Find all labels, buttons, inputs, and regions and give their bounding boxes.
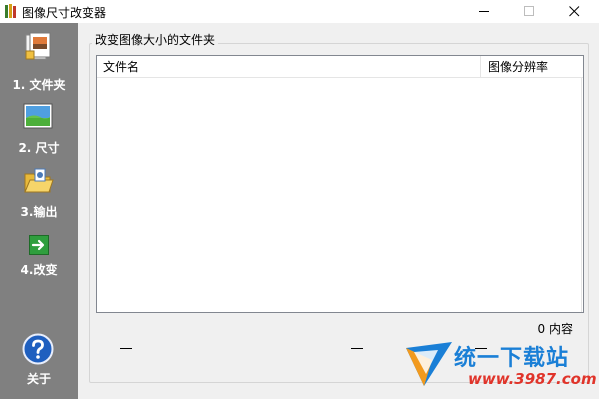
item-count: 0 内容 xyxy=(537,322,573,336)
status-dash xyxy=(120,348,132,349)
help-question-icon xyxy=(22,333,54,365)
list-header: 文件名 图像分辨率 xyxy=(97,56,583,78)
file-list[interactable]: 文件名 图像分辨率 xyxy=(96,55,584,313)
status-dash xyxy=(351,348,363,349)
title-bar: 图像尺寸改变器 xyxy=(0,0,599,23)
sidebar-item-about[interactable]: 关于 xyxy=(0,333,78,389)
sidebar-item-label: 关于 xyxy=(26,372,51,386)
sidebar-item-output[interactable]: 3.输出 xyxy=(0,165,78,221)
close-icon xyxy=(569,6,580,17)
maximize-button[interactable] xyxy=(507,0,552,23)
watermark-text: 统一下载站 xyxy=(454,346,570,371)
sidebar-item-folder[interactable]: 1. 文件夹 xyxy=(0,31,78,93)
watermark-url: www.3987.com xyxy=(468,370,597,388)
folder-photo-icon xyxy=(25,32,51,60)
minimize-button[interactable] xyxy=(462,0,507,23)
sidebar: 1. 文件夹 2. 尺寸 3.输出 4.改变 关于 xyxy=(0,23,78,399)
sidebar-item-convert[interactable]: 4.改变 xyxy=(0,231,78,283)
sidebar-item-label: 4.改变 xyxy=(20,263,58,277)
landscape-image-icon xyxy=(23,103,53,129)
close-button[interactable] xyxy=(552,0,597,23)
group-title: 改变图像大小的文件夹 xyxy=(92,31,219,48)
sidebar-item-size[interactable]: 2. 尺寸 xyxy=(0,101,78,157)
maximize-icon xyxy=(524,6,534,16)
open-folder-output-icon xyxy=(24,168,54,193)
window-title: 图像尺寸改变器 xyxy=(22,6,107,20)
watermark-logo-icon xyxy=(406,342,452,386)
minimize-icon xyxy=(479,11,489,12)
sidebar-item-label: 2. 尺寸 xyxy=(18,141,60,155)
sidebar-item-label: 3.输出 xyxy=(20,205,58,219)
column-header-resolution[interactable]: 图像分辨率 xyxy=(482,56,583,78)
site-watermark: 统一下载站 www.3987.com xyxy=(402,336,598,394)
app-icon xyxy=(5,4,16,18)
column-header-filename[interactable]: 文件名 xyxy=(97,56,481,78)
sidebar-item-label: 1. 文件夹 xyxy=(12,78,66,92)
list-divider xyxy=(581,78,582,312)
green-arrow-icon xyxy=(29,235,49,255)
